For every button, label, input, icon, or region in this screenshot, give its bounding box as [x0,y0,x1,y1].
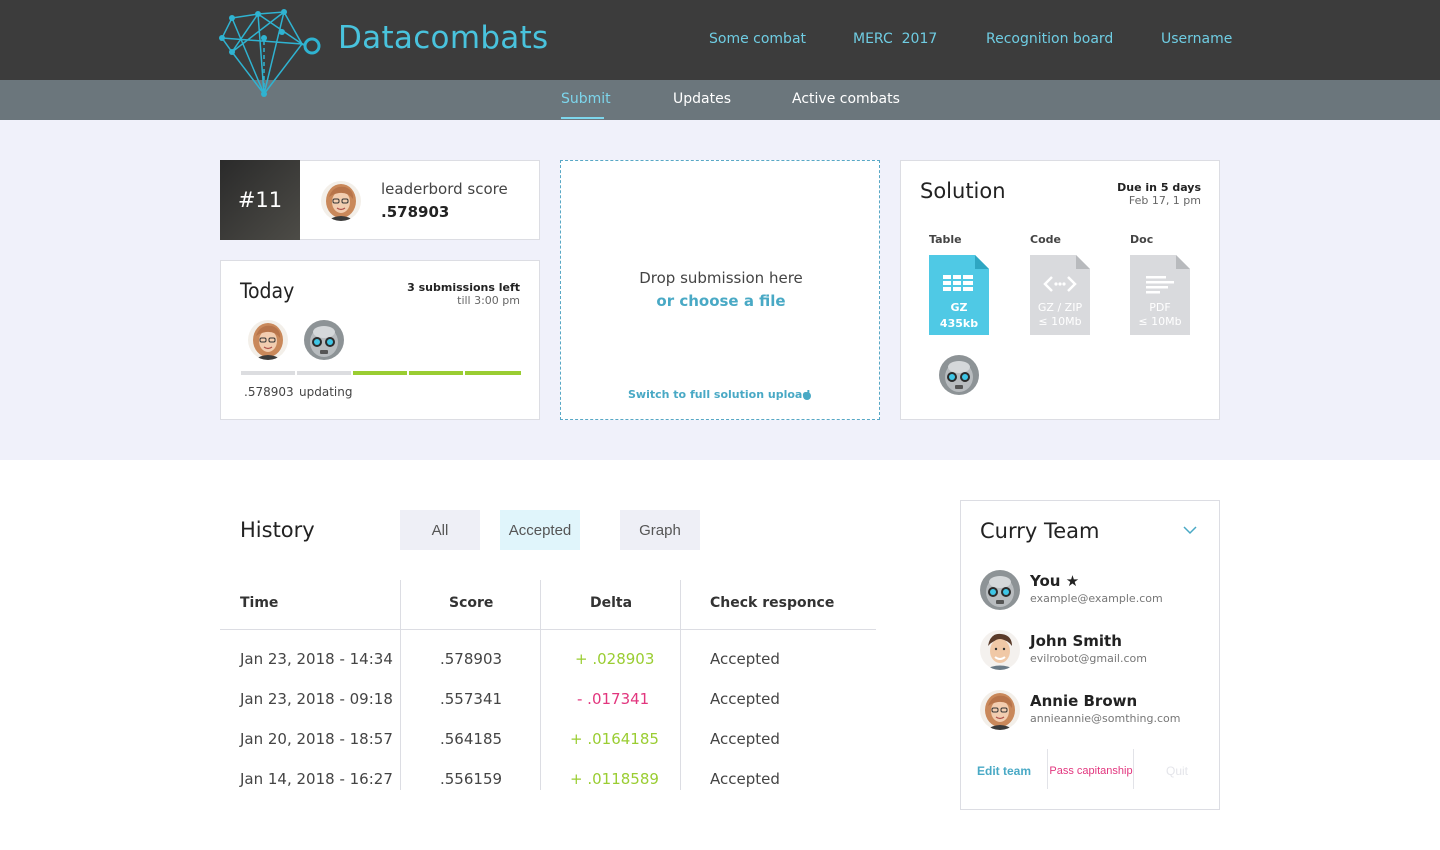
solution-card: Solution Due in 5 days Feb 17, 1 pm Tabl… [900,160,1220,420]
robot-avatar [980,570,1020,610]
robot-avatar [304,320,344,360]
table-file[interactable]: GZ 435kb [929,255,989,335]
cell-delta: - .017341 [577,690,650,708]
nav-username[interactable]: Username [1161,31,1232,47]
team-member[interactable]: John Smith evilrobot@gmail.com [980,630,1210,672]
due-label: Due in 5 days [1117,181,1201,194]
file-size: ≤ 10Mb [1038,315,1082,328]
column-header-time[interactable]: Time [240,595,278,611]
cell-score: .556159 [440,770,503,788]
submission-slot-bar [297,371,351,375]
cell-status: Accepted [710,650,780,668]
column-header-check[interactable]: Check responce [710,595,834,611]
tab-submit[interactable]: Submit [561,91,611,107]
today-status: updating [299,385,353,399]
drop-zone[interactable]: Drop submission here or choose a file Sw… [560,160,880,420]
table-row[interactable]: Jan 20, 2018 - 18:57 .564185 + .0164185 … [0,730,900,770]
cell-time: Jan 20, 2018 - 18:57 [240,730,393,748]
cell-status: Accepted [710,730,780,748]
cell-score: .578903 [440,650,503,668]
team-member[interactable]: You ★ example@example.com [980,570,1210,612]
nav-recognition-board[interactable]: Recognition board [986,31,1113,47]
avatar [980,630,1020,670]
member-name: Annie Brown [1030,692,1138,710]
robot-avatar [939,355,979,395]
cell-delta: + .0118589 [570,770,659,788]
drop-text: Drop submission here [639,269,803,287]
cell-score: .557341 [440,690,503,708]
today-score: .578903 [244,385,294,399]
table-row[interactable]: Jan 23, 2018 - 14:34 .578903 + .028903 A… [0,650,900,690]
submissions-left: 3 submissions left [407,281,520,294]
info-dot-icon[interactable] [803,392,811,400]
edit-team-button[interactable]: Edit team [961,751,1047,791]
member-email: annieannie@somthing.com [1030,712,1181,725]
avatar [321,181,361,221]
due-date: Feb 17, 1 pm [1128,194,1201,207]
member-name: John Smith [1030,632,1122,650]
pass-captainship-button[interactable]: Pass capitanship [1048,751,1134,791]
submission-slot-bar [465,371,521,375]
submission-slot-bar [241,371,295,375]
file-size: 435kb [939,317,979,330]
team-member[interactable]: Annie Brown annieannie@somthing.com [980,690,1210,732]
cell-status: Accepted [710,690,780,708]
column-header-delta[interactable]: Delta [590,595,632,611]
file-format: PDF [1149,301,1171,314]
file-format: GZ / ZIP [1037,301,1083,314]
column-header-score[interactable]: Score [449,595,493,611]
leaderboard-score: .578903 [381,203,450,221]
file-size: ≤ 10Mb [1138,315,1182,328]
solution-title: Solution [920,179,1006,203]
submission-slot-bar [409,371,463,375]
avatar [980,690,1020,730]
today-title: Today [240,279,295,303]
leaderboard-label: leaderbord score [381,180,508,198]
header-divider [220,629,876,630]
cell-time: Jan 14, 2018 - 16:27 [240,770,393,788]
team-card: Curry Team You ★ example@example.com Joh… [960,500,1220,810]
doc-file[interactable]: PDF ≤ 10Mb [1130,255,1190,335]
table-row[interactable]: Jan 23, 2018 - 09:18 .557341 - .017341 A… [0,690,900,730]
switch-upload-link[interactable]: Switch to full solution upload [628,388,810,401]
logo-icon[interactable] [218,8,324,100]
cell-delta: + .028903 [575,650,655,668]
cell-score: .564185 [440,730,503,748]
cell-time: Jan 23, 2018 - 09:18 [240,690,393,708]
file-type-label: Doc [1130,233,1154,246]
tab-updates[interactable]: Updates [673,91,731,107]
nav-merc-2017[interactable]: MERC 2017 [853,31,937,47]
filter-graph-button[interactable]: Graph [620,510,700,550]
filter-accepted-button[interactable]: Accepted [500,510,580,550]
table-row[interactable]: Jan 14, 2018 - 16:27 .556159 + .0118589 … [0,770,900,810]
quit-button[interactable]: Quit [1134,751,1220,791]
member-email: example@example.com [1030,592,1163,605]
member-email: evilrobot@gmail.com [1030,652,1147,665]
file-type-label: Code [1030,233,1061,246]
rank-card: #11 leaderbord score .578903 [220,160,540,240]
brand-name[interactable]: Datacombats [338,20,549,56]
chevron-down-icon[interactable] [1183,525,1197,535]
file-type-label: Table [929,233,962,246]
file-format: GZ [950,301,968,314]
cell-time: Jan 23, 2018 - 14:34 [240,650,393,668]
cell-status: Accepted [710,770,780,788]
today-card: Today 3 submissions left till 3:00 pm .5… [220,260,540,420]
avatar [248,320,288,360]
history-title: History [240,518,315,542]
tab-active-combats[interactable]: Active combats [792,91,900,107]
choose-file-link[interactable]: or choose a file [561,292,881,310]
member-name: You ★ [1030,572,1080,590]
cell-delta: + .0164185 [570,730,659,748]
team-title: Curry Team [980,519,1100,543]
filter-all-button[interactable]: All [400,510,480,550]
code-file[interactable]: GZ / ZIP ≤ 10Mb [1030,255,1090,335]
nav-some-combat[interactable]: Some combat [709,31,806,47]
submission-slot-bar [353,371,407,375]
submissions-deadline: till 3:00 pm [457,294,520,307]
rank-position: #11 [220,160,300,240]
active-tab-underline [561,117,604,119]
